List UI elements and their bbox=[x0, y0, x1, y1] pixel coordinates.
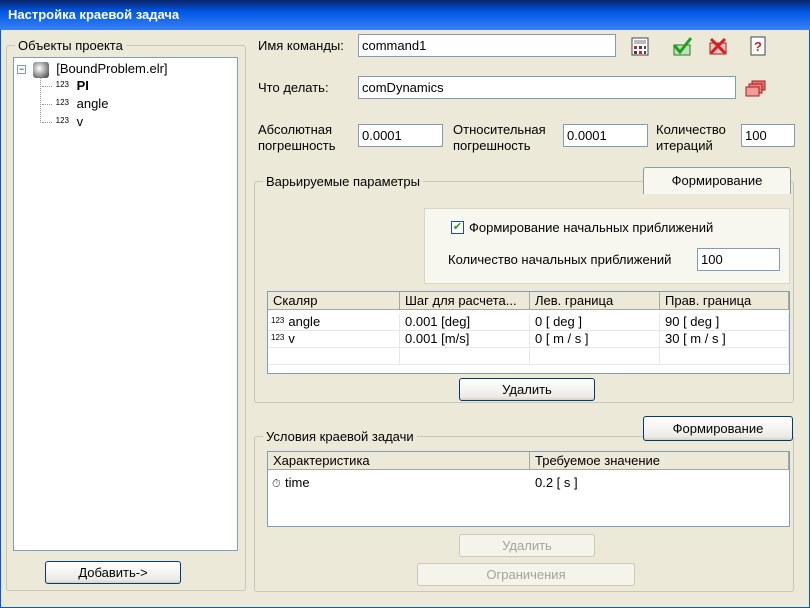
tree-item-pi[interactable]: 123 PI bbox=[42, 77, 89, 95]
tree-line bbox=[40, 76, 41, 123]
constraints-button[interactable]: Ограничения bbox=[417, 563, 635, 586]
scalar-icon: 123 bbox=[271, 316, 285, 325]
tree-collapse-icon[interactable]: − bbox=[17, 65, 26, 75]
tree-item-angle[interactable]: 123 angle bbox=[42, 95, 108, 113]
rel-tolerance-input[interactable]: 0.0001 bbox=[563, 124, 648, 147]
empty-row[interactable] bbox=[530, 348, 660, 365]
tree-item-label: v bbox=[76, 114, 84, 129]
approx-count-input[interactable]: 100 bbox=[697, 248, 780, 271]
abs-tolerance-label-1: Абсолютная bbox=[258, 122, 333, 137]
command-name-input[interactable]: command1 bbox=[358, 34, 616, 57]
calculator-icon[interactable] bbox=[629, 35, 651, 57]
tree-item-v[interactable]: 123 v bbox=[42, 113, 83, 131]
command-name-label: Имя команды: bbox=[258, 38, 344, 53]
scalar-icon: 123 bbox=[55, 80, 69, 89]
table-cell[interactable]: 30 [ m / s ] bbox=[660, 331, 789, 348]
col-step[interactable]: Шаг для расчета... bbox=[400, 292, 530, 310]
table-cell[interactable]: 0 [ deg ] bbox=[530, 314, 660, 331]
table-row[interactable]: 123 v bbox=[268, 331, 400, 348]
tree-item-label: angle bbox=[76, 96, 109, 111]
add-button[interactable]: Добавить-> bbox=[45, 561, 181, 584]
project-objects-title: Объекты проекта bbox=[15, 38, 126, 53]
col-required-value[interactable]: Требуемое значение bbox=[530, 452, 789, 470]
scalar-icon: 123 bbox=[55, 98, 69, 107]
action-label: Что делать: bbox=[258, 80, 329, 95]
tree-item-label: PI bbox=[76, 78, 89, 93]
conditions-title: Условия краевой задачи bbox=[263, 429, 417, 444]
window-title: Настройка краевой задача bbox=[0, 0, 810, 30]
varied-params-title: Варьируемые параметры bbox=[263, 174, 423, 189]
project-tree[interactable]: − [BoundProblem.elr] 123 PI 123 angle 12… bbox=[13, 57, 238, 551]
table-cell[interactable]: 0.2 [ s ] bbox=[530, 473, 789, 493]
varied-delete-button[interactable]: Удалить bbox=[459, 378, 595, 401]
svg-text:?: ? bbox=[754, 39, 762, 54]
varied-params-table[interactable]: Скаляр Шаг для расчета... Лев. граница П… bbox=[267, 291, 790, 374]
abs-tolerance-input[interactable]: 0.0001 bbox=[358, 124, 443, 147]
table-cell[interactable]: 0 [ m / s ] bbox=[530, 331, 660, 348]
tree-root-label: [BoundProblem.elr] bbox=[56, 61, 168, 76]
help-icon[interactable]: ? bbox=[747, 35, 769, 57]
col-left-bound[interactable]: Лев. граница bbox=[530, 292, 660, 310]
rel-tolerance-label-1: Относительная bbox=[453, 122, 546, 137]
cancel-cross-icon[interactable] bbox=[707, 35, 729, 57]
table-cell[interactable]: 0.001 [deg] bbox=[400, 314, 530, 331]
iterations-label-2: итераций bbox=[656, 138, 713, 153]
initial-approx-label[interactable]: Формирование начальных приближений bbox=[469, 219, 713, 236]
table-cell[interactable]: 90 [ deg ] bbox=[660, 314, 789, 331]
col-right-bound[interactable]: Прав. граница bbox=[660, 292, 789, 310]
iterations-input[interactable]: 100 bbox=[741, 124, 795, 147]
col-scalar[interactable]: Скаляр bbox=[268, 292, 400, 310]
initial-approx-checkbox[interactable]: ✔ bbox=[451, 221, 464, 234]
col-characteristic[interactable]: Характеристика bbox=[268, 452, 530, 470]
layers-icon[interactable] bbox=[745, 77, 767, 99]
conditions-form-button[interactable]: Формирование bbox=[643, 416, 793, 441]
rel-tolerance-label-2: погрешность bbox=[453, 138, 531, 153]
conditions-table[interactable]: Характеристика Требуемое значение ⏱ time … bbox=[267, 451, 790, 527]
table-row[interactable]: ⏱ time bbox=[268, 473, 530, 493]
iterations-label-1: Количество bbox=[656, 122, 726, 137]
abs-tolerance-label-2: погрешность bbox=[258, 138, 336, 153]
conditions-delete-button[interactable]: Удалить bbox=[459, 534, 595, 557]
table-cell[interactable]: 0.001 [m/s] bbox=[400, 331, 530, 348]
action-input[interactable]: comDynamics bbox=[358, 76, 736, 99]
empty-row[interactable] bbox=[660, 348, 789, 365]
varied-form-tab[interactable]: Формирование bbox=[643, 167, 791, 194]
scalar-icon: 123 bbox=[271, 333, 285, 342]
clock-icon: ⏱ bbox=[272, 478, 281, 490]
empty-row[interactable] bbox=[400, 348, 530, 365]
empty-row[interactable] bbox=[268, 348, 400, 365]
scalar-icon: 123 bbox=[55, 116, 69, 125]
table-row[interactable]: 123 angle bbox=[268, 314, 400, 331]
approx-count-label: Количество начальных приближений bbox=[448, 252, 672, 267]
accept-check-icon[interactable] bbox=[671, 35, 693, 57]
